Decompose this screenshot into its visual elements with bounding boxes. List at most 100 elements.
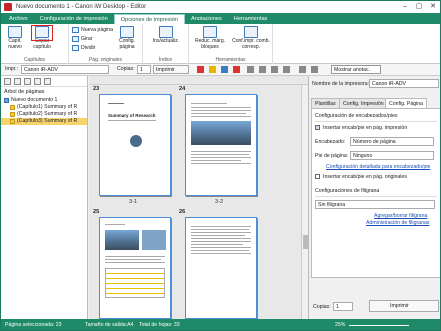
move-down-icon[interactable] bbox=[34, 78, 41, 85]
tab-page-config[interactable]: Config. Página bbox=[385, 98, 428, 108]
rotate-button[interactable]: Girar bbox=[72, 35, 93, 43]
text-line bbox=[191, 241, 251, 242]
tab-tools[interactable]: Herramientas bbox=[228, 14, 274, 24]
pen-icon[interactable] bbox=[221, 66, 228, 73]
fit-icon[interactable] bbox=[271, 66, 278, 73]
copies-input[interactable]: 1 bbox=[137, 65, 151, 74]
group-pages: Nueva página Girar Dividir Config. págin… bbox=[69, 24, 143, 64]
tree-item-document[interactable]: Nuevo documento 1 bbox=[1, 97, 87, 104]
print-toolbar: Impr.: Canon iR-ADV Copias: 1 Imprimir M… bbox=[1, 64, 440, 76]
tree-item-chapter-3[interactable]: (Capítulo3) Summary of R bbox=[1, 118, 87, 125]
manage-watermark-link[interactable]: Administración de filigranas bbox=[366, 220, 429, 226]
folder-icon bbox=[10, 105, 15, 110]
collapse-icon[interactable] bbox=[14, 78, 21, 85]
preview-scrollbar[interactable] bbox=[301, 85, 308, 319]
group-tools-label: Herramientas bbox=[215, 57, 246, 63]
window-title: Nuevo documento 1 - Canon iW Desktop - E… bbox=[16, 4, 147, 10]
new-page-button[interactable]: Nueva página bbox=[72, 26, 113, 34]
copies-input[interactable]: 1 bbox=[333, 302, 353, 311]
select-icon[interactable] bbox=[299, 66, 306, 73]
tree-item-chapter-2[interactable]: (Capítulo2) Summary of R bbox=[1, 111, 87, 118]
tree-item-chapter-1[interactable]: (Capítulo1) Summary of R bbox=[1, 104, 87, 111]
text-line bbox=[191, 110, 251, 111]
new-chapter-button[interactable]: Capít. nuevo bbox=[3, 26, 27, 50]
print-button[interactable]: Imprimir bbox=[369, 300, 439, 312]
text-line bbox=[191, 253, 251, 254]
print-button[interactable]: Imprimir bbox=[153, 65, 189, 74]
printer-select[interactable]: Canon iR-ADV bbox=[21, 65, 109, 74]
minimize-button[interactable]: – bbox=[398, 1, 412, 13]
layout-icon[interactable] bbox=[259, 66, 266, 73]
insert-header-checkbox[interactable] bbox=[315, 125, 320, 130]
group-chapters-label: Capítulos bbox=[23, 57, 46, 63]
group-index: Ins/actualiz. Índice bbox=[143, 24, 189, 64]
close-button[interactable]: ✕ bbox=[426, 1, 440, 13]
page-tree-toolbar bbox=[1, 76, 87, 87]
show-annotations-button[interactable]: Mostrar anotac. bbox=[331, 65, 381, 74]
header-label: Encabezado: bbox=[315, 139, 346, 145]
page-number: 24 bbox=[179, 86, 186, 92]
tab-print-settings[interactable]: Configuración de impresión bbox=[34, 14, 114, 24]
page-thumbnail[interactable] bbox=[185, 94, 257, 196]
zoom-icon[interactable] bbox=[247, 66, 254, 73]
delete-page-icon[interactable] bbox=[44, 78, 51, 85]
tab-print-config[interactable]: Config. Impresión bbox=[339, 98, 388, 108]
page-thumbnail[interactable] bbox=[185, 217, 257, 319]
expand-icon[interactable] bbox=[4, 78, 11, 85]
combined-print-config-button[interactable]: Conf.impr. comb. corresp. bbox=[231, 26, 271, 50]
text-line bbox=[191, 151, 251, 152]
tab-file[interactable]: Archivo bbox=[3, 14, 34, 24]
document-icon bbox=[4, 98, 9, 103]
group-tools: Reduc. márg. bloques Conf.impr. comb. co… bbox=[189, 24, 273, 64]
divider bbox=[315, 196, 437, 197]
watermark-select[interactable]: Sin filigrana bbox=[315, 200, 435, 209]
page-thumbnails: 23 Summary of Research 3-1 24 3-2 25 26 bbox=[89, 85, 301, 319]
page-config-icon bbox=[120, 26, 134, 38]
footer-select[interactable]: Ninguno bbox=[350, 151, 434, 160]
page-number: 26 bbox=[179, 209, 186, 215]
ribbon: Capít. nuevo Copiar capítulo Capítulos N… bbox=[1, 24, 440, 64]
split-icon bbox=[72, 45, 79, 51]
delete-icon[interactable] bbox=[233, 66, 240, 73]
add-watermark-link[interactable]: Agregar/borrar filigrana bbox=[374, 213, 427, 219]
insert-original-checkbox[interactable] bbox=[315, 174, 320, 179]
logo-image bbox=[130, 135, 142, 147]
page-number: 25 bbox=[93, 209, 100, 215]
table-image bbox=[105, 268, 165, 298]
status-bar: Página seleccionada: 23 Tamaño de salida… bbox=[1, 319, 440, 330]
page-thumbnail[interactable]: Summary of Research bbox=[99, 94, 171, 196]
text-line bbox=[105, 224, 125, 225]
text-line bbox=[191, 157, 251, 158]
reduce-border-icon bbox=[203, 26, 217, 38]
reduce-border-button[interactable]: Reduc. márg. bloques bbox=[191, 26, 229, 50]
maximize-button[interactable]: ▢ bbox=[412, 1, 426, 13]
text-line bbox=[191, 226, 251, 227]
text-line bbox=[191, 250, 249, 251]
group-pages-label: Pág. originales bbox=[88, 57, 123, 63]
tab-templates[interactable]: Plantillas bbox=[311, 98, 340, 108]
view-icon[interactable] bbox=[283, 66, 290, 73]
text-line bbox=[108, 120, 156, 121]
app-window: Nuevo documento 1 - Canon iW Desktop - E… bbox=[0, 0, 441, 331]
move-up-icon[interactable] bbox=[24, 78, 31, 85]
stamp-icon[interactable] bbox=[197, 66, 204, 73]
split-button[interactable]: Dividir bbox=[72, 44, 95, 52]
tab-annotations[interactable]: Anotaciones bbox=[185, 14, 228, 24]
total-sheets-status: Total de hojas: 33 bbox=[139, 322, 180, 328]
highlight-icon[interactable] bbox=[209, 66, 216, 73]
page-config-button[interactable]: Config. página bbox=[113, 26, 141, 50]
group-chapters: Capít. nuevo Copiar capítulo Capítulos bbox=[1, 24, 69, 64]
index-insert-button[interactable]: Ins/actualiz. bbox=[147, 26, 185, 45]
header-footer-title: Configuración de encabezados/pies bbox=[315, 113, 398, 119]
hand-icon[interactable] bbox=[311, 66, 318, 73]
detailed-header-footer-link[interactable]: Configuración detallada para encabezado/… bbox=[326, 164, 430, 170]
tab-print-options[interactable]: Opciones de impresión bbox=[113, 14, 185, 24]
text-line bbox=[191, 244, 243, 245]
page-thumbnail[interactable] bbox=[99, 217, 171, 319]
zoom-slider[interactable] bbox=[349, 325, 409, 326]
header-select[interactable]: Número de página bbox=[350, 137, 434, 146]
page-config-panel: Configuración de encabezados/pies Insert… bbox=[311, 108, 440, 278]
printer-name-select[interactable]: Canon iR-ADV bbox=[369, 79, 439, 88]
settings-tabs: Plantillas Config. Impresión Config. Pág… bbox=[309, 98, 440, 108]
text-line bbox=[191, 163, 251, 164]
